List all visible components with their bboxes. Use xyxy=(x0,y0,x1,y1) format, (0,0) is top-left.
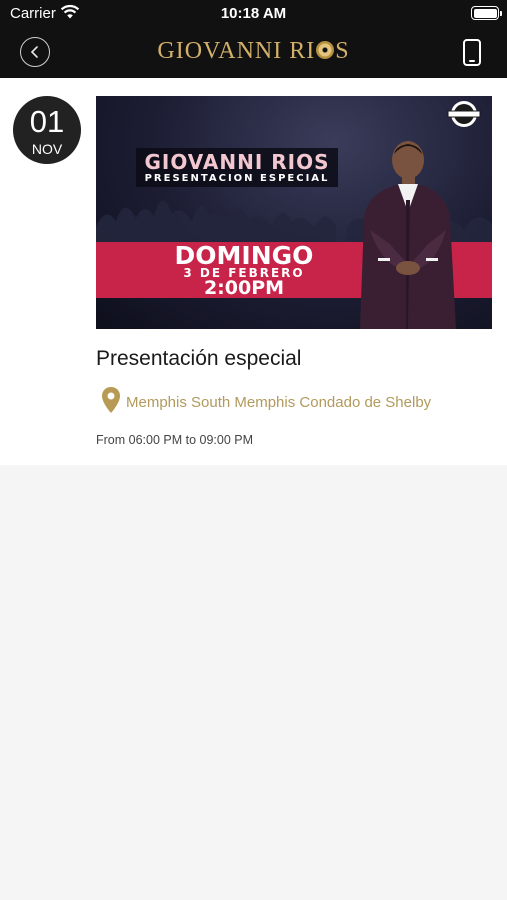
status-bar: Carrier 10:18 AM xyxy=(0,0,507,28)
location-pin-icon xyxy=(102,387,120,413)
vinyl-record-icon xyxy=(316,41,335,59)
battery-icon xyxy=(471,6,502,20)
status-time: 10:18 AM xyxy=(220,5,287,22)
event-card[interactable]: 01 NOV GIOVANNI RIOS PRESENTACION ESPECI… xyxy=(0,78,507,465)
top-bar: Carrier 10:18 AM GIOVANNI RI S xyxy=(0,0,507,78)
event-time-range: From 06:00 PM to 09:00 PM xyxy=(96,433,254,447)
singer-photo xyxy=(360,141,456,329)
brand-logo: GIOVANNI RI S xyxy=(0,38,507,65)
brand-name-end: S xyxy=(335,38,350,64)
event-location[interactable]: Memphis South Memphis Condado de Shelby xyxy=(126,394,431,411)
poster-subtitle: PRESENTACION ESPECIAL xyxy=(144,173,330,184)
poster-logo-icon xyxy=(447,101,481,127)
brand-name: GIOVANNI RI xyxy=(157,38,316,64)
date-badge: 01 NOV xyxy=(13,96,81,164)
poster-time: 2:00PM xyxy=(203,277,285,299)
poster-name: GIOVANNI RIOS xyxy=(144,150,330,174)
event-title: Presentación especial xyxy=(96,347,302,370)
date-day: 01 xyxy=(29,104,65,139)
date-month: NOV xyxy=(31,141,63,157)
phone-icon[interactable] xyxy=(463,39,481,66)
event-poster[interactable]: GIOVANNI RIOS PRESENTACION ESPECIAL DOMI… xyxy=(96,96,492,329)
poster-title-box: GIOVANNI RIOS PRESENTACION ESPECIAL xyxy=(136,148,338,187)
